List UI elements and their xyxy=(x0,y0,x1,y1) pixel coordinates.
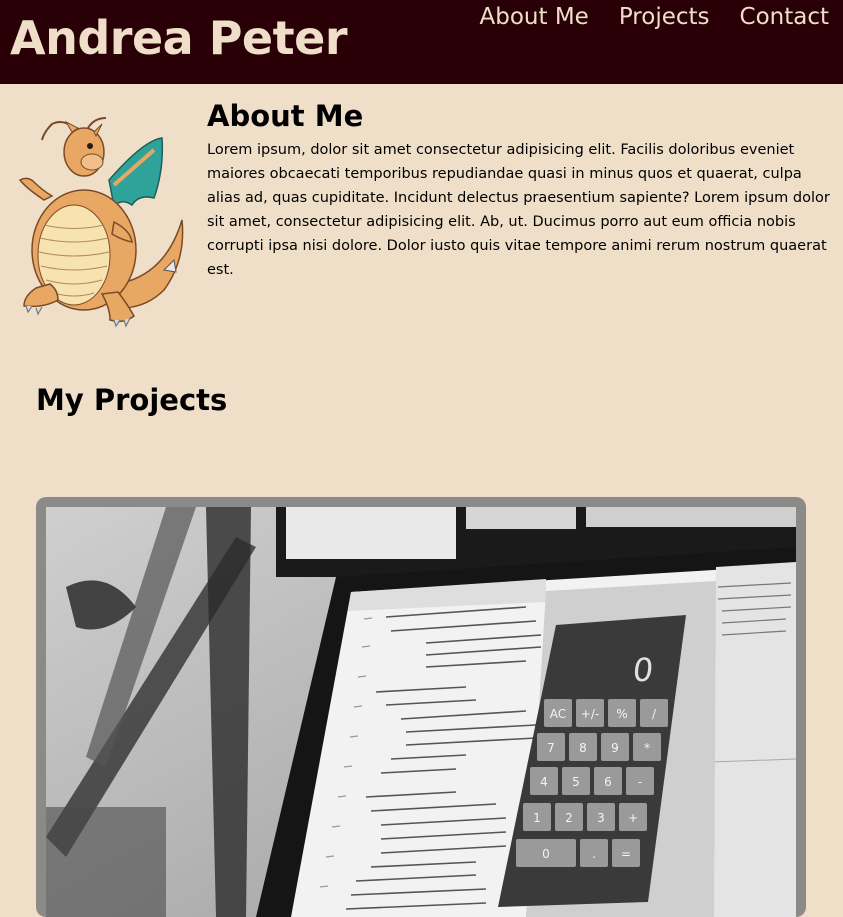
calculator-key-label: + xyxy=(628,811,638,825)
main-nav: About Me Projects Contact xyxy=(480,2,829,32)
calculator-key-label: . xyxy=(592,847,596,861)
calculator-key-label: 1 xyxy=(533,811,541,825)
calculator-key-label: * xyxy=(644,741,650,755)
calculator-key-label: +/- xyxy=(581,707,599,721)
site-header: Andrea Peter About Me Projects Contact xyxy=(0,0,843,84)
calculator-key-label: 5 xyxy=(572,775,580,789)
calculator-key-label: 2 xyxy=(565,811,573,825)
calculator-key-label: - xyxy=(638,775,642,789)
calculator-key-label: % xyxy=(616,707,627,721)
project-image-laptop-calculator: AC +/-%/7 8 9 * 4 5 6-1 2 3 +0. = 0 xyxy=(46,507,796,917)
calculator-key-label: 9 xyxy=(611,741,619,755)
about-title: About Me xyxy=(207,99,364,133)
calculator-key-label: 8 xyxy=(579,741,587,755)
calculator-key-label: 6 xyxy=(604,775,612,789)
calculator-key-label: 3 xyxy=(597,811,605,825)
project-card[interactable]: AC +/-%/7 8 9 * 4 5 6-1 2 3 +0. = 0 xyxy=(36,497,806,917)
dragonite-avatar-image xyxy=(14,110,189,328)
calculator-key-label: 4 xyxy=(540,775,548,789)
calculator-key-label: AC xyxy=(550,707,566,721)
calculator-key-label: 0 xyxy=(542,847,550,861)
nav-link-contact[interactable]: Contact xyxy=(740,2,829,32)
nav-link-projects[interactable]: Projects xyxy=(619,2,710,32)
site-title: Andrea Peter xyxy=(10,11,348,65)
calculator-key-label: = xyxy=(621,847,631,861)
about-section: About Me Lorem ipsum, dolor sit amet con… xyxy=(207,96,837,282)
calculator-display: 0 xyxy=(631,651,655,689)
about-text: Lorem ipsum, dolor sit amet consectetur … xyxy=(207,142,830,278)
calculator-key-label: 7 xyxy=(547,741,555,755)
projects-title: My Projects xyxy=(36,383,228,417)
nav-link-about-me[interactable]: About Me xyxy=(480,2,589,32)
